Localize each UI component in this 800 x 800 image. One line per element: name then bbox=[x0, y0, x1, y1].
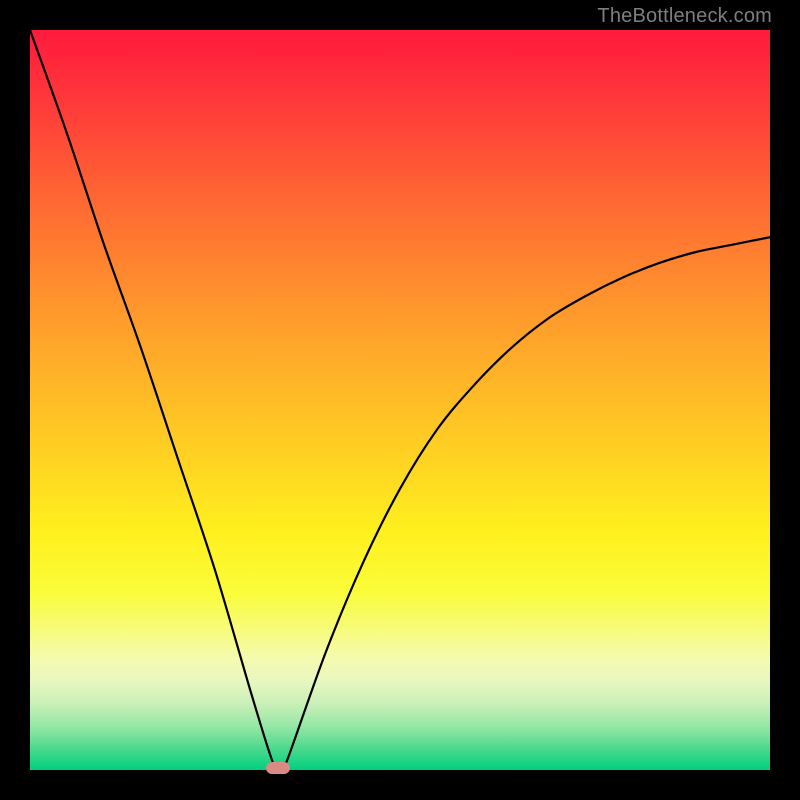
min-marker bbox=[266, 762, 290, 774]
watermark-text: TheBottleneck.com bbox=[597, 5, 772, 28]
curve-svg bbox=[30, 30, 770, 770]
plot-area bbox=[30, 30, 770, 770]
bottleneck-curve-path bbox=[30, 30, 770, 770]
chart-container: TheBottleneck.com bbox=[0, 0, 800, 800]
